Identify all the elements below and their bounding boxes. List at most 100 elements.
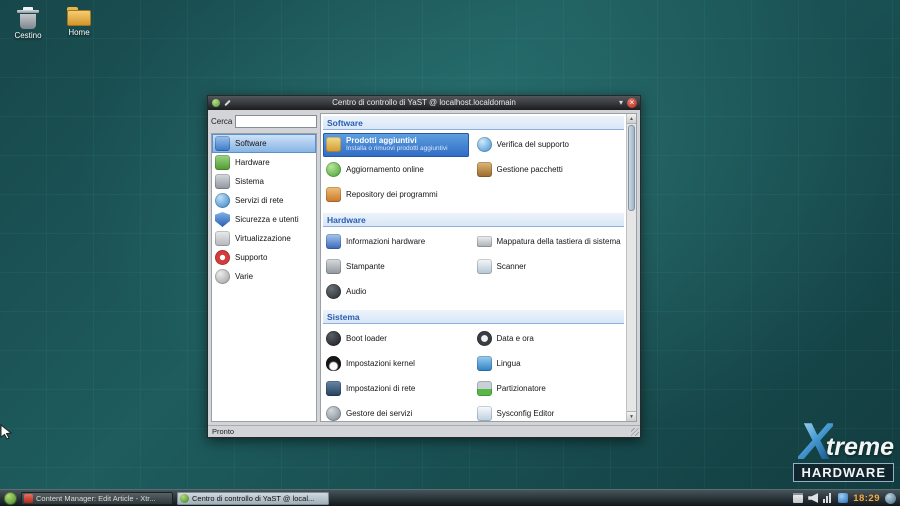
- category-panel: Software Prodotti aggiuntiviInstalla o ri…: [320, 113, 637, 422]
- sysconfig-icon: [477, 406, 492, 421]
- module-text: Verifica del supporto: [497, 140, 570, 150]
- module-text: Gestore dei servizi: [346, 409, 412, 419]
- module-text: Partizionatore: [497, 384, 546, 394]
- lingua-icon: [477, 356, 492, 371]
- resize-grip[interactable]: [631, 428, 639, 436]
- minimize-icon[interactable]: ▾: [619, 99, 623, 107]
- dataora-icon: [477, 331, 492, 346]
- module-text: Informazioni hardware: [346, 237, 425, 247]
- module-sysconfig-editor[interactable]: Sysconfig Editor: [474, 404, 625, 421]
- partizionatore-icon: [477, 381, 492, 396]
- hardware-icon: [215, 155, 230, 170]
- trash-icon: [19, 7, 37, 29]
- sidebar-item-label: Varie: [235, 272, 253, 281]
- module-text: Aggiornamento online: [346, 165, 424, 175]
- scrollbar-thumb[interactable]: [628, 125, 635, 211]
- module-text: Lingua: [497, 359, 521, 369]
- yast-window: Centro di controllo di YaST @ localhost.…: [207, 95, 641, 438]
- sicurezza-icon: [215, 212, 230, 227]
- module-informazioni-hardware[interactable]: Informazioni hardware: [323, 232, 474, 251]
- module-data-e-ora[interactable]: Data e ora: [474, 329, 625, 348]
- module-scanner[interactable]: Scanner: [474, 257, 625, 276]
- clipboard-icon[interactable]: [793, 493, 803, 503]
- module-impostazioni-di-rete[interactable]: Impostazioni di rete: [323, 379, 474, 398]
- category-view: Software Prodotti aggiuntiviInstalla o ri…: [321, 114, 626, 421]
- module-stampante[interactable]: Stampante: [323, 257, 474, 276]
- sidebar-item-label: Software: [235, 139, 267, 148]
- panel-toolbox-icon[interactable]: [885, 493, 896, 504]
- module-text: Impostazioni kernel: [346, 359, 415, 369]
- section-grid: Prodotti aggiuntiviInstalla o rimuovi pr…: [321, 130, 626, 211]
- info-hw-icon: [326, 234, 341, 249]
- module-verifica-del-supporto[interactable]: Verifica del supporto: [474, 135, 625, 154]
- module-boot-loader[interactable]: Boot loader: [323, 329, 474, 348]
- module-text: Audio: [346, 287, 366, 297]
- module-text: Repository dei programmi: [346, 190, 438, 200]
- desktop-icon-trash[interactable]: Cestino: [6, 7, 50, 40]
- varie-icon: [215, 269, 230, 284]
- search-label: Cerca: [211, 117, 232, 126]
- pin-icon[interactable]: [224, 100, 230, 106]
- system-tray: 18:29: [793, 493, 896, 504]
- task-button-content-manager[interactable]: Content Manager: Edit Article - Xtr...: [21, 492, 173, 505]
- scroll-down-icon[interactable]: ▼: [627, 411, 636, 421]
- scrollbar[interactable]: ▲ ▼: [626, 114, 636, 421]
- sidebar-item-sistema[interactable]: Sistema: [212, 172, 316, 191]
- window-app-icon[interactable]: [212, 99, 220, 107]
- module-audio[interactable]: Audio: [323, 282, 474, 301]
- sidebar-item-label: Hardware: [235, 158, 270, 167]
- module-partizionatore[interactable]: Partizionatore: [474, 379, 625, 398]
- sidebar: Cerca Software Hardware Sistema Servizi di …: [211, 113, 317, 422]
- module-impostazioni-kernel[interactable]: Impostazioni kernel: [323, 354, 474, 373]
- mouse-cursor: [0, 424, 14, 440]
- section-header-hardware: Hardware: [323, 213, 624, 227]
- close-icon[interactable]: ×: [627, 98, 637, 108]
- supporto-icon: [215, 250, 230, 265]
- module-gestore-dei-servizi[interactable]: Gestore dei servizi: [323, 404, 474, 421]
- kernel-icon: [326, 356, 341, 371]
- desktop-icon-label: Home: [57, 28, 101, 37]
- rete-imp-icon: [326, 381, 341, 396]
- aggiornamento-icon: [326, 162, 341, 177]
- status-bar: Pronto: [208, 425, 640, 437]
- network-manager-icon[interactable]: [838, 493, 848, 503]
- module-mappatura-della-tastiera-di-sistema[interactable]: Mappatura della tastiera di sistema: [474, 232, 625, 251]
- clock[interactable]: 18:29: [853, 493, 880, 504]
- application-launcher-icon[interactable]: [4, 492, 17, 505]
- sidebar-item-label: Sistema: [235, 177, 264, 186]
- taskbar: Content Manager: Edit Article - Xtr... C…: [0, 489, 900, 506]
- software-icon: [215, 136, 230, 151]
- scroll-up-icon[interactable]: ▲: [627, 114, 636, 124]
- module-repository-dei-programmi[interactable]: Repository dei programmi: [323, 185, 474, 204]
- desktop-icon-home[interactable]: Home: [57, 7, 101, 37]
- section-header-software: Software: [323, 116, 624, 130]
- desktop-icon-label: Cestino: [6, 31, 50, 40]
- module-aggiornamento-online[interactable]: Aggiornamento online: [323, 160, 474, 179]
- sidebar-item-supporto[interactable]: Supporto: [212, 248, 316, 267]
- watermark-name: treme: [826, 433, 894, 462]
- sidebar-item-servizi-di-rete[interactable]: Servizi di rete: [212, 191, 316, 210]
- sidebar-item-hardware[interactable]: Hardware: [212, 153, 316, 172]
- sidebar-item-sicurezza-e-utenti[interactable]: Sicurezza e utenti: [212, 210, 316, 229]
- module-text: Data e ora: [497, 334, 534, 344]
- sidebar-item-label: Virtualizzazione: [235, 234, 291, 243]
- sidebar-item-virtualizzazione[interactable]: Virtualizzazione: [212, 229, 316, 248]
- search-input[interactable]: [235, 115, 317, 128]
- sidebar-item-label: Supporto: [235, 253, 267, 262]
- verifica-icon: [477, 137, 492, 152]
- sidebar-item-varie[interactable]: Varie: [212, 267, 316, 286]
- prodotti-icon: [326, 137, 341, 152]
- sidebar-item-software[interactable]: Software: [212, 134, 316, 153]
- tastiera-icon: [477, 236, 492, 247]
- volume-icon[interactable]: [808, 493, 818, 503]
- network-icon[interactable]: [823, 493, 833, 503]
- section-grid: Boot loader Data e ora Impostazioni kernel…: [321, 324, 626, 421]
- sistema-icon: [215, 174, 230, 189]
- section-header-sistema: Sistema: [323, 310, 624, 324]
- module-lingua[interactable]: Lingua: [474, 354, 625, 373]
- task-button-yast[interactable]: Centro di controllo di YaST @ local...: [177, 492, 329, 505]
- watermark-sub: HARDWARE: [793, 463, 894, 482]
- module-gestione-pacchetti[interactable]: Gestione pacchetti: [474, 160, 625, 179]
- module-prodotti-aggiuntivi[interactable]: Prodotti aggiuntiviInstalla o rimuovi pr…: [323, 133, 469, 157]
- window-titlebar[interactable]: Centro di controllo di YaST @ localhost.…: [208, 96, 640, 110]
